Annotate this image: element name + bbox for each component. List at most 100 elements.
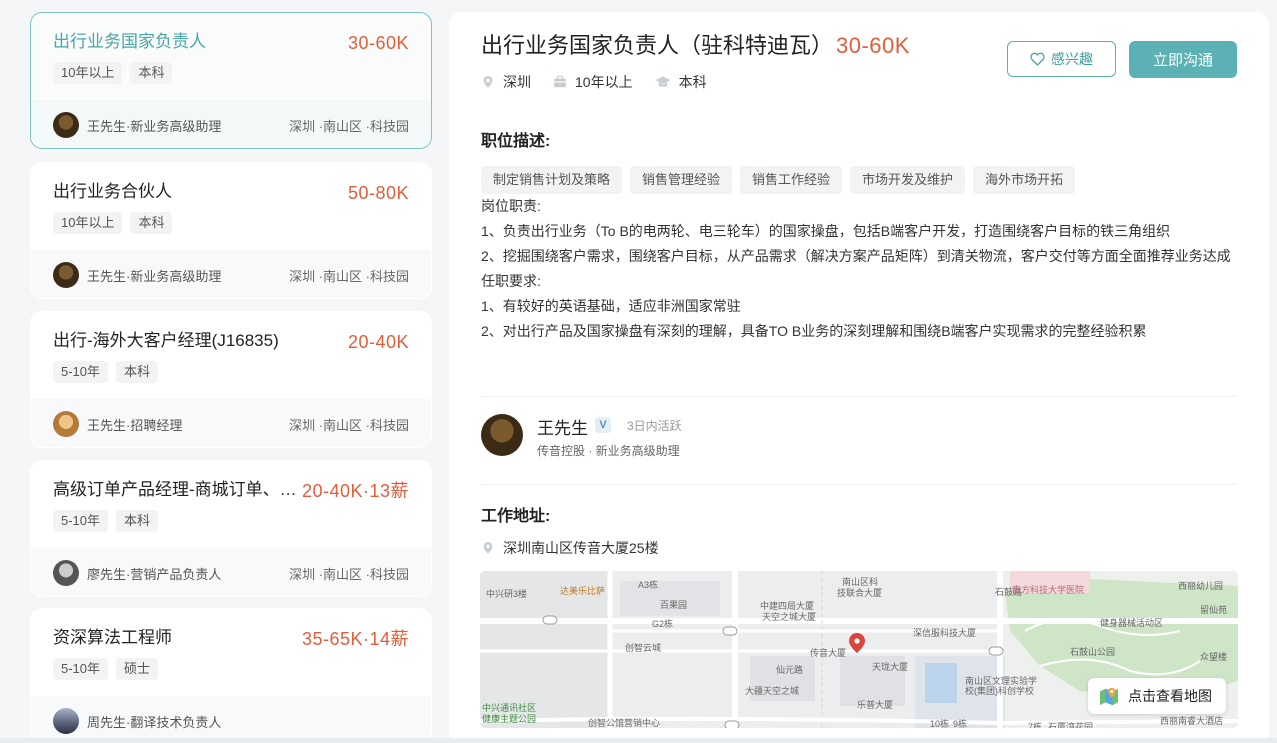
detail-job-title: 出行业务国家负责人（驻科特迪瓦）	[481, 33, 834, 58]
meta-experience: 10年以上	[553, 72, 633, 92]
desc-line: 任职要求:	[481, 273, 541, 289]
chat-now-button[interactable]: 立即沟通	[1129, 41, 1237, 78]
avatar	[53, 560, 79, 586]
map-label: 大疆天空之城	[745, 686, 800, 696]
recruiter-info: 廖先生·营销产品负责人	[87, 566, 222, 582]
desc-line: 1、负责出行业务（To B的电两轮、电三轮车）的国家操盘，包括B端客户开发，打造…	[481, 223, 1171, 239]
desc-line: 岗位职责:	[481, 198, 541, 214]
avatar	[53, 708, 79, 734]
job-tags: 10年以上 本科	[53, 212, 409, 234]
job-salary: 30-60K	[347, 33, 409, 53]
education-tag: 硕士	[116, 658, 159, 680]
divider	[481, 484, 1237, 485]
recruiter-info: 王先生·新业务高级助理	[87, 268, 222, 284]
location-map[interactable]: 中兴研3楼 达美乐比萨 A3栋 百果园 G2栋 创智云城 中建四局大厦 天空之城…	[480, 571, 1238, 728]
map-label: 技联合大厦	[837, 588, 883, 598]
map-label: 创智公馆营销中心	[588, 718, 661, 728]
map-label: 深信服科技大厦	[913, 628, 977, 638]
interest-button[interactable]: 感兴趣	[1007, 41, 1116, 77]
desc-line: 1、有较好的英语基础，适应非洲国家常驻	[481, 298, 741, 314]
map-label: 传音大厦	[810, 648, 847, 658]
job-card-header: 出行业务国家负责人 30-60K 10年以上 本科	[31, 13, 431, 100]
experience-tag: 5-10年	[53, 361, 109, 383]
view-map-label: 点击查看地图	[1128, 688, 1212, 704]
job-card-footer: 周先生·翻译技术负责人	[31, 696, 431, 743]
work-address-heading: 工作地址:	[481, 508, 551, 525]
education-tag: 本科	[116, 361, 159, 383]
divider	[481, 396, 1237, 397]
job-card-footer: 王先生·新业务高级助理 深圳 ·南山区 ·科技园	[31, 100, 431, 148]
desc-line: 2、对出行产品及国家操盘有深刻的理解，具备TO B业务的深刻理解和围绕B端客户实…	[481, 323, 1147, 339]
job-meta: 深圳 10年以上 本科	[481, 72, 729, 92]
recruiter-info: 王先生·新业务高级助理	[87, 118, 222, 134]
briefcase-icon	[554, 75, 566, 88]
map-label: 石鼓山公园	[1070, 647, 1116, 657]
job-salary: 50-80K	[347, 183, 409, 203]
job-card[interactable]: 资深算法工程师 35-65K·14薪 5-10年 硕士 周先生·翻译技术负责人	[30, 608, 432, 743]
job-title: 出行业务国家负责人	[53, 32, 206, 51]
job-card[interactable]: 出行-海外大客户经理(J16835) 20-40K 5-10年 本科 王先生·招…	[30, 311, 432, 448]
job-card[interactable]: 出行业务国家负责人 30-60K 10年以上 本科 王先生·新业务高级助理 深圳…	[30, 12, 432, 149]
skill-tag: 销售管理经验	[630, 166, 733, 194]
meta-city: 深圳	[481, 72, 531, 92]
address-text: 深圳南山区传音大厦25楼	[503, 540, 659, 556]
job-tags: 5-10年 硕士	[53, 658, 409, 680]
job-location: 深圳 ·南山区 ·科技园	[289, 118, 409, 134]
experience-tag: 10年以上	[53, 62, 123, 84]
job-detail-panel: 出行业务国家负责人（驻科特迪瓦） 30-60K 感兴趣 立即沟通 深圳 10年以…	[449, 12, 1269, 743]
map-label: 众望楼	[1200, 652, 1228, 662]
map-label: 中兴研3楼	[486, 589, 528, 599]
map-label: 留仙苑	[1200, 605, 1228, 615]
location-pin-icon	[483, 542, 493, 554]
job-card-header: 资深算法工程师 35-65K·14薪 5-10年 硕士	[31, 609, 431, 696]
heart-icon	[1030, 52, 1045, 66]
map-icon	[1099, 687, 1119, 706]
map-label: A3栋	[638, 580, 659, 590]
job-card-footer: 王先生·新业务高级助理 深圳 ·南山区 ·科技园	[31, 250, 431, 298]
location-pin-icon	[483, 76, 493, 88]
job-tags: 10年以上 本科	[53, 62, 409, 84]
avatar	[53, 262, 79, 288]
experience-tag: 5-10年	[53, 510, 109, 532]
job-location: 深圳 ·南山区 ·科技园	[289, 268, 409, 284]
verified-badge-icon: V	[595, 417, 611, 433]
avatar	[53, 411, 79, 437]
experience-tag: 5-10年	[53, 658, 109, 680]
education-tag: 本科	[130, 62, 173, 84]
job-card[interactable]: 高级订单产品经理-商城订单、… 20-40K·13薪 5-10年 本科 廖先生·…	[30, 460, 432, 597]
desc-line: 2、挖掘围绕客户需求，围绕客户目标，从产品需求（解决方案产品矩阵）到清关物流，客…	[481, 248, 1231, 264]
job-salary: 20-40K·13薪	[301, 481, 409, 501]
education-tag: 本科	[130, 212, 173, 234]
skill-tag: 市场开发及维护	[850, 166, 966, 194]
map-label: 创智云城	[625, 643, 662, 653]
skill-tags: 制定销售计划及策略 销售管理经验 销售工作经验 市场开发及维护 海外市场开拓	[481, 166, 1076, 194]
graduation-cap-icon	[655, 76, 670, 87]
view-map-button[interactable]: 点击查看地图	[1088, 678, 1226, 714]
skill-tag: 销售工作经验	[740, 166, 843, 194]
map-label: 西丽幼儿园	[1178, 581, 1224, 591]
job-title: 出行-海外大客户经理(J16835)	[53, 331, 279, 350]
map-label: 天珑大厦	[872, 662, 909, 672]
recruiter-info: 王先生·招聘经理	[87, 417, 183, 433]
map-label: 仙元路	[776, 665, 804, 675]
interest-label: 感兴趣	[1051, 51, 1093, 67]
detail-salary: 30-60K	[836, 33, 910, 58]
map-label: 天空之城大厦	[762, 612, 817, 622]
job-card[interactable]: 出行业务合伙人 50-80K 10年以上 本科 王先生·新业务高级助理 深圳 ·…	[30, 162, 432, 299]
experience-text: 10年以上	[575, 74, 633, 90]
recruiter-info: 周先生·翻译技术负责人	[87, 714, 222, 730]
recruiter-avatar[interactable]	[481, 414, 523, 456]
job-salary: 35-65K·14薪	[301, 629, 409, 649]
map-label: 百果园	[660, 600, 688, 610]
job-description: 岗位职责: 1、负责出行业务（To B的电两轮、电三轮车）的国家操盘，包括B端客…	[481, 194, 1241, 344]
job-card-header: 出行-海外大客户经理(J16835) 20-40K 5-10年 本科	[31, 312, 431, 399]
map-label: G2栋	[652, 619, 674, 629]
map-label: 南方科技大学医院	[1012, 585, 1085, 595]
job-list: 出行业务国家负责人 30-60K 10年以上 本科 王先生·新业务高级助理 深圳…	[30, 12, 432, 743]
map-label: 7栋	[1028, 722, 1043, 728]
map-label: 9栋	[953, 719, 968, 728]
avatar	[53, 112, 79, 138]
job-location: 深圳 ·南山区 ·科技园	[289, 417, 409, 433]
education-tag: 本科	[116, 510, 159, 532]
meta-education: 本科	[655, 72, 707, 92]
